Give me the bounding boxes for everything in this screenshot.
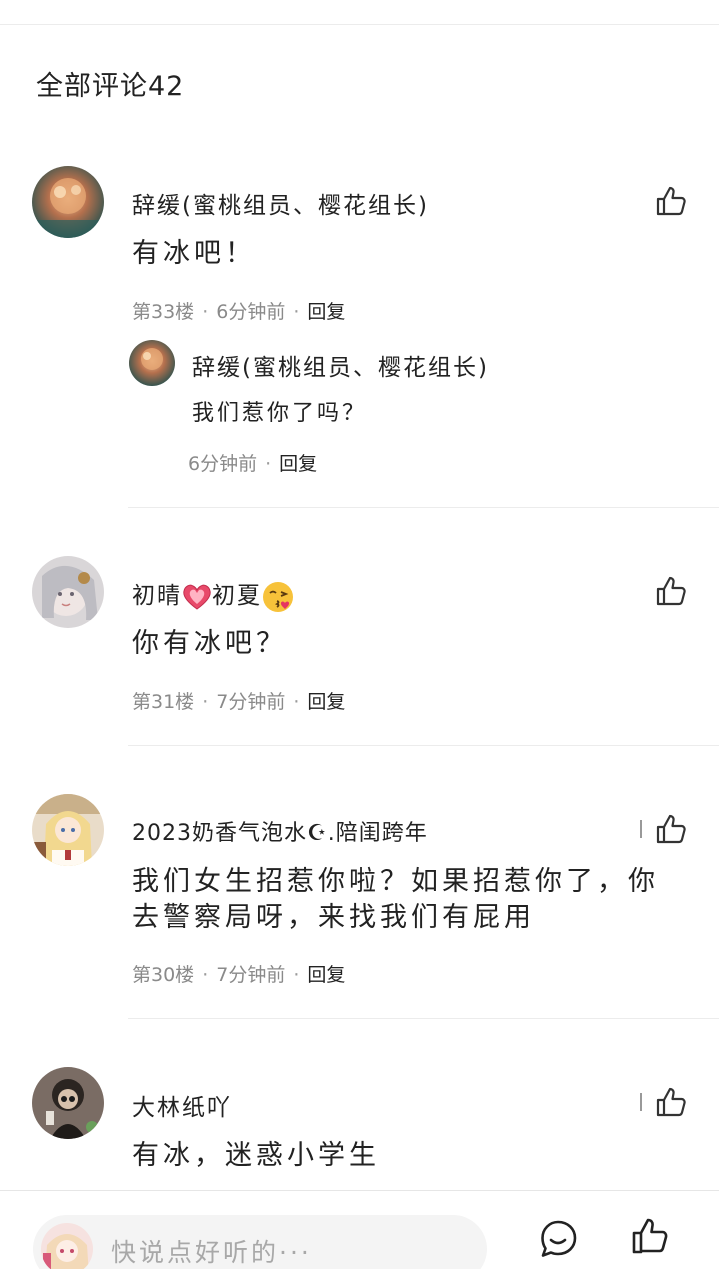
comment-username[interactable]: 初晴 初夏 (132, 576, 294, 613)
meta-separator: · (202, 964, 209, 986)
reply-button[interactable]: 回复 (307, 964, 345, 986)
comment-time: 7分钟前 (216, 691, 286, 713)
scroll-tick (640, 820, 642, 838)
sub-reply-avatar[interactable] (129, 340, 175, 386)
thumbs-up-icon (656, 1087, 686, 1117)
scroll-tick (640, 1093, 642, 1111)
comment-divider (128, 745, 719, 746)
comment-time: 7分钟前 (216, 964, 286, 986)
username-part: 初夏 (212, 583, 262, 609)
username-part: 初晴 (132, 583, 182, 609)
sub-reply-meta: 6分钟前 · 回复 (188, 449, 317, 476)
comment-content: 有冰吧！ (132, 238, 256, 269)
comment-time: 6分钟前 (216, 301, 286, 323)
comment-floor: 第30楼 (132, 964, 195, 986)
comment-username[interactable]: 大林纸吖 (132, 1088, 232, 1122)
comment-divider (128, 1018, 719, 1019)
thumbs-up-icon (656, 814, 686, 844)
avatar[interactable] (32, 794, 104, 866)
comment-input[interactable]: 快说点好听的··· (33, 1215, 487, 1269)
meta-separator: · (293, 691, 300, 713)
sub-reply-username[interactable]: 辞缓(蜜桃组员、樱花组长) (192, 348, 489, 382)
like-button[interactable] (654, 574, 688, 608)
reply-button[interactable]: 回复 (307, 691, 345, 713)
comment-button[interactable] (538, 1219, 578, 1259)
comment-meta: 第33楼 · 6分钟前 · 回复 (132, 297, 345, 324)
avatar[interactable] (32, 166, 104, 238)
meta-separator: · (202, 301, 209, 323)
comment-divider (128, 507, 719, 508)
meta-separator: · (293, 301, 300, 323)
reply-button[interactable]: 回复 (307, 301, 345, 323)
like-post-button[interactable] (630, 1216, 670, 1256)
bottom-action-bar: 快说点好听的··· (0, 1190, 719, 1269)
comment-content-line: 去警察局呀，来找我们有屁用 (132, 902, 535, 933)
comment-meta: 第31楼 · 7分钟前 · 回复 (132, 687, 345, 714)
comment-floor: 第31楼 (132, 691, 195, 713)
comment-username[interactable]: 辞缓(蜜桃组员、樱花组长) (132, 186, 429, 220)
comments-section-title: 全部评论42 (36, 71, 185, 102)
sub-reply-reply-button[interactable]: 回复 (279, 453, 317, 475)
comment-content: 有冰，迷惑小学生 (132, 1140, 380, 1171)
heart-emoji (183, 584, 211, 610)
meta-separator: · (293, 964, 300, 986)
like-button[interactable] (654, 1085, 688, 1119)
like-button[interactable] (654, 184, 688, 218)
comment-content: 我们女生招惹你啦？如果招惹你了，你 去警察局呀，来找我们有屁用 (132, 864, 692, 936)
like-button[interactable] (654, 812, 688, 846)
sub-reply-content: 我们惹你了吗？ (192, 401, 368, 426)
comment-username[interactable]: 2023奶香气泡水☪.陪闺跨年 (132, 815, 428, 847)
thumbs-up-icon (632, 1218, 668, 1254)
sub-reply-time: 6分钟前 (188, 453, 258, 475)
meta-separator: · (265, 453, 272, 475)
comment-bubble-icon (541, 1220, 577, 1257)
comment-content: 你有冰吧？ (132, 628, 287, 659)
my-avatar (41, 1223, 93, 1269)
thumbs-up-icon (656, 576, 686, 606)
thumbs-up-icon (656, 186, 686, 216)
comment-content-line: 我们女生招惹你啦？如果招惹你了，你 (132, 866, 659, 897)
top-divider (0, 24, 719, 25)
avatar[interactable] (32, 556, 104, 628)
avatar[interactable] (32, 1067, 104, 1139)
meta-separator: · (202, 691, 209, 713)
comment-floor: 第33楼 (132, 301, 195, 323)
comment-meta: 第30楼 · 7分钟前 · 回复 (132, 960, 345, 987)
kiss-emoji (263, 581, 293, 612)
comment-input-placeholder: 快说点好听的··· (111, 1238, 312, 1267)
